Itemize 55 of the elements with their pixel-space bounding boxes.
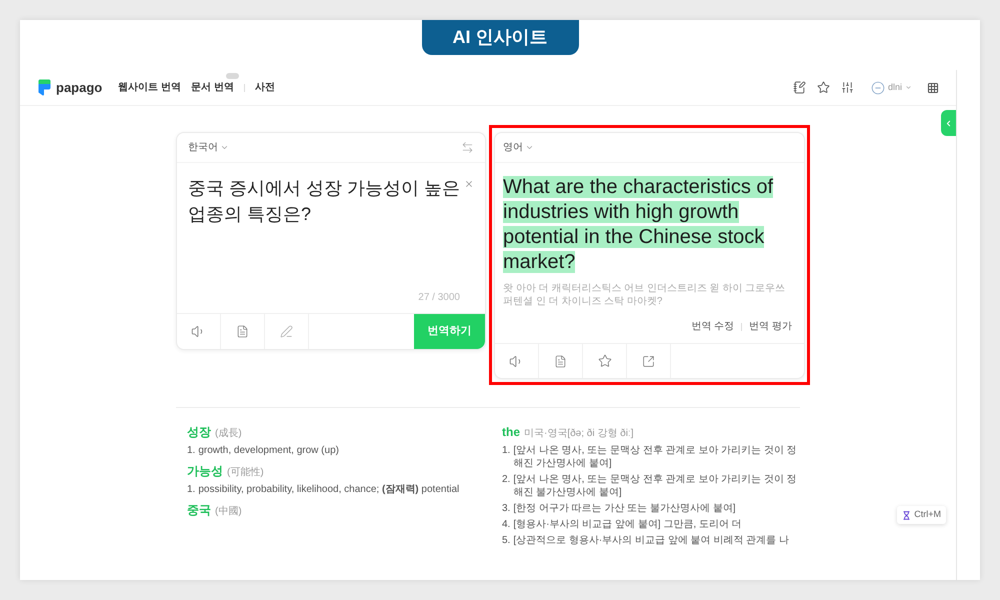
chevron-down-icon [220,143,229,152]
grid-icon[interactable] [927,82,939,94]
word-note: 미국·영국[ðə; ði 강형 ðiː] [524,427,634,441]
list-number: 1. [187,483,196,496]
document-icon [554,354,567,368]
profile-circle-icon[interactable] [870,80,885,94]
notebook-pen-icon[interactable] [792,81,806,94]
list-number: 1. [187,444,196,457]
shortcut-text: Ctrl+M [914,508,941,522]
nav-link[interactable]: 문서 번역 [191,80,234,95]
action-link[interactable]: 번역 평가 [749,319,792,334]
chevron-down-icon [525,143,534,152]
list-number: 2. [502,473,510,487]
close-icon[interactable] [464,179,474,189]
source-text[interactable]: 중국 증시에서 성장 가능성이 높은 업종의 특징은? [188,175,464,227]
pronunciation-text: 왓 아아 더 캐릭터리스틱스 어브 인더스트리즈 윋 하이 그로우쓰 퍼텐셜 인 더 차이니즈 스탁 마아켓? [503,282,786,308]
definition-text: [한정 어구가 따르는 가산 또는 불가산명사에 붙여] [513,502,736,515]
side-panel-tab[interactable] [941,110,956,136]
star-icon [598,354,612,368]
nav-link[interactable]: 사전 [254,80,275,95]
nav-link[interactable]: 웹사이트 번역 [118,80,182,95]
sliders-icon[interactable] [840,81,854,94]
headword: 성장 [187,424,211,440]
headword: 중국 [187,502,211,518]
chevron-left-icon [944,118,953,128]
logo-icon[interactable] [38,79,51,96]
swap-icon[interactable] [461,141,474,154]
list-number: 4. [502,518,510,531]
list-number: 5. [502,534,510,547]
share-icon [642,354,655,368]
definition-text: [형용사·부사의 비교급 앞에 붙여] 그만큼, 도리어 더 [513,518,742,531]
pen-icon [280,325,293,338]
word-note: (成長) [215,427,242,441]
action-link[interactable]: 번역 수정 [691,319,734,334]
hourglass-icon [902,510,912,520]
language-selector[interactable]: 한국어 [188,140,229,155]
shortcut-chip[interactable]: Ctrl+M [897,506,946,524]
character-count: 27 / 3000 [418,291,460,305]
headword: 가능성 [187,463,223,479]
word-note: (中國) [215,505,242,519]
definition-text: [앞서 나온 명사, 또는 문맥상 전후 관계로 보아 가리키는 것이 정해진 가산명사에 붙여] [513,444,798,470]
logo-text[interactable]: papago [56,78,102,98]
word-note: (可能性) [227,466,264,480]
document-icon [236,325,249,338]
list-number: 3. [502,502,510,515]
list-number: 1. [502,444,510,458]
star-icon[interactable] [816,81,830,94]
language-selector[interactable]: 영어 [503,140,534,155]
caret-icon[interactable] [905,84,912,91]
definition-text: growth, development, grow (up) [198,444,339,457]
section-banner: AI 인사이트 [422,20,578,55]
definition-text: [앞서 나온 명사, 또는 문맥상 전후 관계로 보아 가리키는 것이 정해진 불가산명사에 붙여] [513,473,798,499]
headword: the [502,424,520,440]
definition-text: possibility, probability, likelihood, chance; (잠재력) potential [198,483,460,496]
definition-text: [상관적으로 형용사·부사의 비교급 앞에 붙여 비례적 관계를 나 [513,534,789,547]
